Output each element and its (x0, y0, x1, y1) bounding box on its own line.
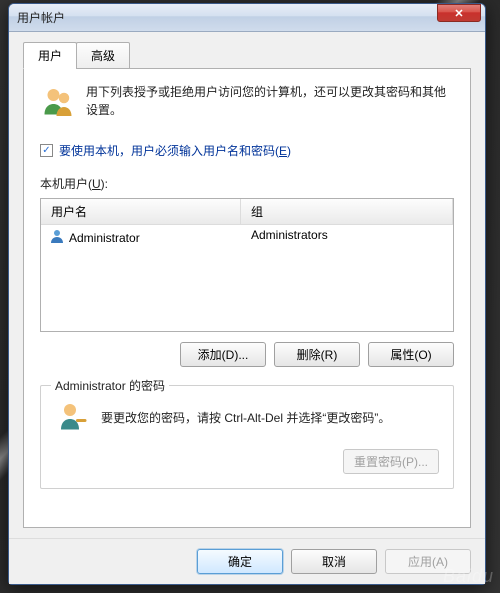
window: 用户帐户 ✕ 用户 高级 用下列表授予或拒绝用户访问您的计算机，还可以更改其密码… (8, 3, 486, 585)
require-login-checkbox[interactable]: ✓ (40, 144, 53, 157)
apply-button: 应用(A) (385, 549, 471, 574)
tab-strip: 用户 高级 (23, 42, 471, 69)
tab-user[interactable]: 用户 (23, 42, 77, 69)
require-login-row: ✓ 要使用本机，用户必须输入用户名和密码(E) (40, 142, 454, 159)
dialog-body: 用户 高级 用下列表授予或拒绝用户访问您的计算机，还可以更改其密码和其他设置。 … (9, 32, 485, 538)
password-groupbox: Administrator 的密码 要更改您的密码，请按 Ctrl-Alt-De… (40, 385, 454, 489)
cell-user: Administrator (41, 228, 241, 247)
intro-row: 用下列表授予或拒绝用户访问您的计算机，还可以更改其密码和其他设置。 (40, 83, 454, 124)
window-title: 用户帐户 (17, 9, 437, 26)
require-login-label[interactable]: 要使用本机，用户必须输入用户名和密码(E) (59, 142, 291, 159)
tab-advanced[interactable]: 高级 (76, 42, 130, 69)
close-icon: ✕ (454, 7, 463, 20)
col-user[interactable]: 用户名 (41, 199, 241, 224)
properties-button[interactable]: 属性(O) (368, 342, 454, 367)
close-button[interactable]: ✕ (437, 4, 481, 22)
col-group[interactable]: 组 (241, 199, 453, 224)
cancel-button[interactable]: 取消 (291, 549, 377, 574)
password-text: 要更改您的密码，请按 Ctrl-Alt-Del 并选择“更改密码”。 (101, 409, 390, 426)
add-button[interactable]: 添加(D)... (180, 342, 266, 367)
cell-group: Administrators (241, 228, 453, 247)
key-user-icon (55, 398, 91, 437)
ok-button[interactable]: 确定 (197, 549, 283, 574)
titlebar: 用户帐户 ✕ (9, 4, 485, 32)
check-icon: ✓ (42, 145, 50, 156)
table-row[interactable]: Administrator Administrators (41, 225, 453, 250)
cell-user-text: Administrator (69, 231, 140, 245)
users-table[interactable]: 用户名 组 Administrator Administrators (40, 198, 454, 332)
reset-password-button: 重置密码(P)... (343, 449, 439, 474)
dialog-footer: 确定 取消 应用(A) (9, 538, 485, 584)
user-icon (49, 228, 65, 247)
users-icon (40, 83, 76, 124)
remove-button[interactable]: 删除(R) (274, 342, 360, 367)
local-users-label: 本机用户(U): (40, 175, 454, 192)
user-buttons-row: 添加(D)... 删除(R) 属性(O) (40, 342, 454, 367)
table-header: 用户名 组 (41, 199, 453, 225)
intro-text: 用下列表授予或拒绝用户访问您的计算机，还可以更改其密码和其他设置。 (86, 83, 454, 124)
tab-panel-user: 用下列表授予或拒绝用户访问您的计算机，还可以更改其密码和其他设置。 ✓ 要使用本… (23, 68, 471, 528)
password-legend: Administrator 的密码 (51, 377, 169, 394)
